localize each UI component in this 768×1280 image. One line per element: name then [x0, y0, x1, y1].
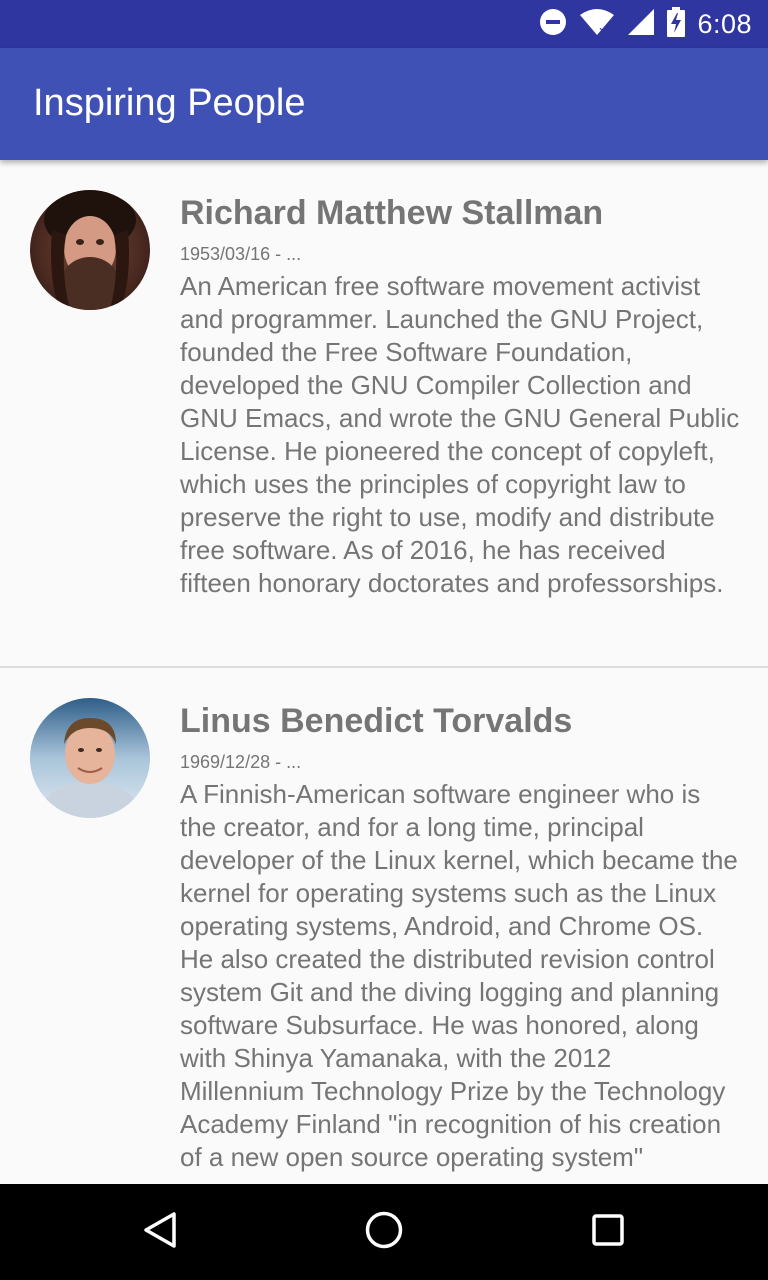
- wifi-icon: x: [579, 8, 615, 41]
- navigation-bar: [0, 1184, 768, 1280]
- battery-charging-icon: [667, 6, 686, 42]
- status-icons: x 6:08: [539, 6, 752, 42]
- avatar: [30, 190, 150, 310]
- app-title: Inspiring People: [33, 82, 306, 124]
- avatar: [30, 698, 150, 818]
- person-dates: 1969/12/28 - ...: [180, 752, 302, 772]
- person-name: Linus Benedict Torvalds: [180, 702, 573, 740]
- person-dates: 1953/03/16 - ...: [180, 244, 302, 264]
- people-list[interactable]: Richard Matthew Stallman 1953/03/16 - ..…: [0, 160, 768, 1184]
- status-bar: x 6:08: [0, 0, 768, 48]
- home-button[interactable]: [360, 1208, 408, 1256]
- svg-text:x: x: [599, 24, 606, 36]
- status-time: 6:08: [697, 8, 752, 39]
- back-icon: [140, 1210, 180, 1255]
- back-button[interactable]: [136, 1208, 184, 1256]
- recents-icon: [588, 1210, 628, 1255]
- list-item[interactable]: Richard Matthew Stallman 1953/03/16 - ..…: [0, 160, 768, 668]
- home-icon: [364, 1210, 404, 1255]
- do-not-disturb-icon: [539, 8, 567, 41]
- person-bio: A Finnish-American software engineer who…: [180, 779, 738, 1172]
- signal-icon: [627, 8, 655, 41]
- list-item[interactable]: Linus Benedict Torvalds 1969/12/28 - ...…: [0, 668, 768, 1184]
- recents-button[interactable]: [584, 1208, 632, 1256]
- person-name: Richard Matthew Stallman: [180, 194, 604, 232]
- person-bio: An American free software movement activ…: [180, 271, 740, 598]
- app-bar: Inspiring People: [0, 48, 768, 160]
